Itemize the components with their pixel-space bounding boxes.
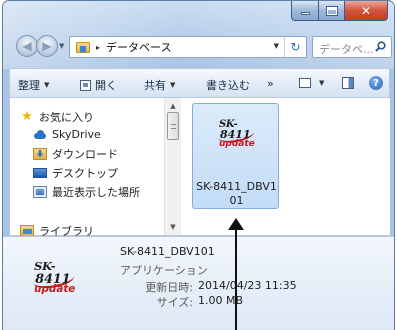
search-box[interactable]: データベ... <box>312 36 392 58</box>
recent-pages-dropdown[interactable]: ▼ <box>59 42 64 50</box>
downloads-folder-icon <box>33 147 47 160</box>
content-area: ★ お気に入り SkyDrive ダウンロード デスクトップ 最近表示した場所 <box>9 98 390 238</box>
application-icon: SK- 8411 update <box>217 119 255 149</box>
minimize-button[interactable] <box>291 1 318 21</box>
back-arrow-icon: ◀ <box>22 39 32 53</box>
nav-label: ダウンロード <box>52 147 118 161</box>
forward-arrow-icon: ▶ <box>42 39 52 53</box>
details-file-name: SK-8411_DBV101 <box>120 245 215 258</box>
scroll-down-icon[interactable]: ▼ <box>165 219 181 235</box>
application-icon: SK- 8411 update <box>31 261 76 296</box>
change-view-icon[interactable] <box>299 78 311 88</box>
open-button[interactable]: 開く <box>80 77 117 93</box>
maximize-icon <box>326 6 337 15</box>
size-label: サイズ: <box>156 296 193 309</box>
nav-item-favorites[interactable]: ★ お気に入り <box>20 108 94 125</box>
details-file-icon: SK- 8411 update <box>27 249 77 297</box>
caption-buttons: ✕ <box>291 1 388 21</box>
file-item-selected[interactable]: SK- 8411 update SK-8411_DBV1 01 <box>192 103 279 209</box>
skydrive-icon <box>33 129 47 141</box>
view-dropdown-icon[interactable]: ▼ <box>319 79 324 87</box>
open-label: 開く <box>95 79 117 92</box>
burn-label: 書き込む <box>206 79 250 92</box>
search-placeholder: データベ... <box>319 43 374 56</box>
grip-icon <box>171 124 176 129</box>
share-button[interactable]: 共有 ▼ <box>144 77 175 93</box>
file-list: SK- 8411 update SK-8411_DBV1 01 <box>182 98 390 235</box>
back-button[interactable]: ◀ <box>16 35 38 57</box>
library-icon <box>20 224 34 237</box>
modified-value: 2014/04/23 11:35 <box>198 279 297 292</box>
chevron-down-icon: ▼ <box>44 81 50 89</box>
details-pane: SK- 8411 update SK-8411_DBV101 アプリケーション … <box>3 236 394 330</box>
breadcrumb-separator[interactable]: ▸ <box>96 43 100 52</box>
refresh-button[interactable]: ↻ <box>284 37 306 57</box>
navigation-pane: ★ お気に入り SkyDrive ダウンロード デスクトップ 最近表示した場所 <box>10 98 164 238</box>
nav-label: SkyDrive <box>52 128 101 141</box>
nav-scrollbar[interactable]: ▲ ▼ <box>164 98 181 235</box>
modified-label: 更新日時: <box>145 281 193 294</box>
help-icon[interactable]: ? <box>369 76 383 90</box>
breadcrumb-folder[interactable]: データベース <box>106 39 171 55</box>
explorer-window: ✕ ◀ ▶ ▼ ▸ データベース ▼ ↻ データベ... 整理 ▼ 開く 共有 ▼ … <box>2 0 395 330</box>
details-file-type: アプリケーション <box>120 264 208 277</box>
nav-item-desktop[interactable]: デスクトップ <box>33 164 118 181</box>
star-icon: ★ <box>21 108 33 124</box>
nav-item-downloads[interactable]: ダウンロード <box>33 145 118 162</box>
annotation-arrow-shaft <box>235 226 237 330</box>
folder-icon <box>76 41 90 53</box>
minimize-icon <box>300 11 310 15</box>
address-dropdown-icon[interactable]: ▼ <box>274 42 279 50</box>
scroll-thumb[interactable] <box>167 112 179 140</box>
nav-item-skydrive[interactable]: SkyDrive <box>33 126 101 143</box>
refresh-icon: ↻ <box>290 40 301 54</box>
nav-item-recent-places[interactable]: 最近表示した場所 <box>33 183 140 200</box>
search-icon <box>375 41 386 52</box>
organize-button[interactable]: 整理 ▼ <box>18 77 49 93</box>
more-label: » <box>267 77 274 90</box>
maximize-button[interactable] <box>318 1 344 21</box>
burn-button[interactable]: 書き込む <box>206 77 250 93</box>
annotation-arrow-head <box>228 218 244 230</box>
recent-places-icon <box>33 185 47 198</box>
address-bar[interactable]: ▸ データベース ▼ ↻ <box>69 36 307 58</box>
share-label: 共有 <box>144 79 166 92</box>
more-commands-button[interactable]: » <box>267 77 274 90</box>
chevron-down-icon: ▼ <box>170 81 176 89</box>
nav-label: デスクトップ <box>52 166 118 180</box>
forward-button[interactable]: ▶ <box>36 35 58 57</box>
close-icon: ✕ <box>360 3 372 18</box>
open-icon <box>80 79 91 91</box>
nav-label: 最近表示した場所 <box>52 185 140 199</box>
command-bar: 整理 ▼ 開く 共有 ▼ 書き込む » ▼ ? <box>9 68 390 98</box>
close-button[interactable]: ✕ <box>344 1 388 21</box>
file-name[interactable]: SK-8411_DBV1 01 <box>193 180 280 208</box>
preview-pane-icon[interactable] <box>342 77 354 89</box>
desktop-icon <box>33 167 47 178</box>
organize-label: 整理 <box>18 79 40 92</box>
nav-label: お気に入り <box>39 110 94 124</box>
